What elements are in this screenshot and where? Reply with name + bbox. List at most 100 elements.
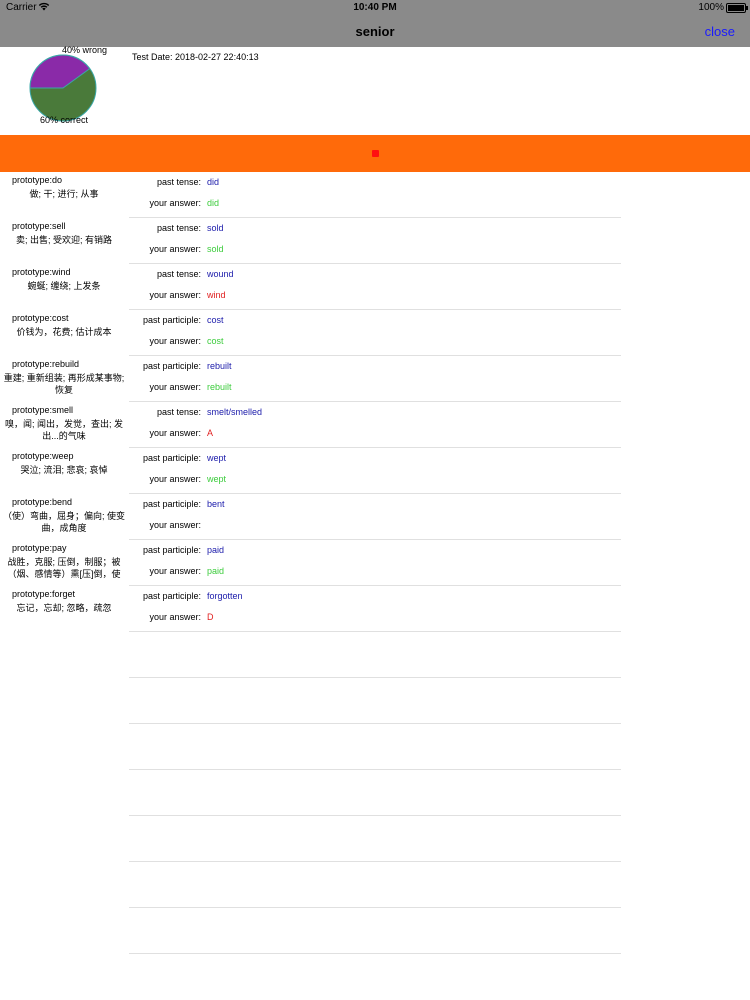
- result-row: prototype:rebuild 重建; 重新组装; 再形成某事物; 恢复 p…: [0, 356, 750, 402]
- test-date: Test Date: 2018-02-27 22:40:13: [132, 52, 259, 62]
- battery-icon: [726, 3, 748, 13]
- meaning-text: 嗅，闻; 闻出，发觉，查出; 发出...的气味: [4, 419, 123, 441]
- user-answer: cost: [207, 336, 224, 346]
- meaning-text: 忘记，忘却; 忽略，疏忽: [16, 603, 112, 613]
- expected-answer: rebuilt: [207, 361, 232, 371]
- user-answer: did: [207, 198, 220, 208]
- row-divider: [129, 217, 621, 218]
- meaning-text: 价钱为，花费; 估计成本: [16, 327, 112, 337]
- row-divider: [129, 723, 621, 724]
- form-label: past tense:: [156, 177, 201, 187]
- prototype-label: prototype:wind: [12, 267, 71, 277]
- expected-answer: bent: [207, 499, 225, 509]
- meaning-text: （使）弯曲，屈身；偏向; 使变曲，成角度: [2, 511, 125, 533]
- prototype-label: prototype:smell: [12, 405, 74, 415]
- your-answer-label: your answer:: [149, 336, 201, 346]
- expected-answer: forgotten: [207, 591, 243, 601]
- result-row: prototype:wind 蜿蜒; 缠绕; 上发条 past tense: w…: [0, 264, 750, 310]
- battery-percentage: 100%: [698, 2, 724, 13]
- row-divider: [129, 447, 621, 448]
- status-bar: Carrier 10:40 PM 100%: [0, 0, 750, 16]
- meaning-text: 重建; 重新组装; 再形成某事物; 恢复: [3, 373, 125, 395]
- row-divider: [129, 907, 621, 908]
- user-answer: sold: [207, 244, 224, 254]
- row-divider: [129, 539, 621, 540]
- your-answer-label: your answer:: [149, 428, 201, 438]
- prototype-label: prototype:weep: [12, 451, 74, 461]
- row-divider: [129, 677, 621, 678]
- prototype-label: prototype:do: [12, 175, 63, 185]
- form-label: past participle:: [142, 361, 201, 371]
- expected-answer: did: [207, 177, 220, 187]
- row-divider: [129, 263, 621, 264]
- user-answer: A: [207, 428, 214, 438]
- your-answer-label: your answer:: [149, 382, 201, 392]
- your-answer-label: your answer:: [149, 290, 201, 300]
- row-divider: [129, 401, 621, 402]
- your-answer-label: your answer:: [149, 520, 201, 530]
- result-row: prototype:weep 哭泣; 流泪; 悲哀; 哀悼 past parti…: [0, 448, 750, 494]
- meaning-text: 做; 干; 进行; 从事: [29, 189, 99, 199]
- result-row: prototype:sell 卖; 出售; 受欢迎; 有销路 past tens…: [0, 218, 750, 264]
- form-label: past participle:: [142, 591, 201, 601]
- test-summary: 40% wrong 60% correct Test Date: 2018-02…: [0, 45, 750, 135]
- expected-answer: smelt/smelled: [207, 407, 263, 417]
- record-indicator-icon: [372, 150, 379, 157]
- form-label: past tense:: [156, 269, 201, 279]
- row-divider: [129, 631, 621, 632]
- result-pie-chart: [29, 54, 97, 122]
- row-divider: [129, 953, 621, 954]
- navigation-bar: Carrier 10:40 PM 100% senior close: [0, 0, 750, 47]
- prototype-label: prototype:bend: [12, 497, 73, 507]
- result-row: prototype:bend （使）弯曲，屈身；偏向; 使变曲，成角度 past…: [0, 494, 750, 540]
- wrong-percentage-label: 40% wrong: [62, 45, 108, 55]
- your-answer-label: your answer:: [149, 244, 201, 254]
- row-divider: [129, 815, 621, 816]
- close-button[interactable]: close: [705, 24, 735, 39]
- your-answer-label: your answer:: [149, 566, 201, 576]
- meaning-text: 哭泣; 流泪; 悲哀; 哀悼: [20, 465, 108, 475]
- form-label: past participle:: [142, 315, 201, 325]
- expected-answer: sold: [207, 223, 224, 233]
- result-row: prototype:cost 价钱为，花费; 估计成本 past partici…: [0, 310, 750, 356]
- result-row: prototype:pay 战胜，克服; 压倒，制服；被（烟、感情等）熏[压]倒…: [0, 540, 750, 586]
- progress-bar: [0, 135, 750, 172]
- form-label: past participle:: [142, 545, 201, 555]
- correct-percentage-label: 60% correct: [40, 115, 89, 125]
- prototype-label: prototype:sell: [12, 221, 66, 231]
- expected-answer: wound: [207, 269, 234, 279]
- prototype-label: prototype:pay: [12, 543, 67, 553]
- form-label: past participle:: [142, 499, 201, 509]
- user-answer: wept: [207, 474, 227, 484]
- meaning-text: 战胜，克服; 压倒，制服；被（烟、感情等）熏[压]倒，使: [7, 557, 121, 579]
- result-row: prototype:smell 嗅，闻; 闻出，发觉，查出; 发出...的气味 …: [0, 402, 750, 448]
- row-divider: [129, 493, 621, 494]
- page-title: senior: [355, 24, 395, 39]
- expected-answer: cost: [207, 315, 224, 325]
- meaning-text: 蜿蜒; 缠绕; 上发条: [27, 281, 101, 291]
- row-divider: [129, 585, 621, 586]
- user-answer: D: [207, 612, 214, 622]
- result-row: prototype:do 做; 干; 进行; 从事 past tense: di…: [0, 172, 750, 218]
- your-answer-label: your answer:: [149, 612, 201, 622]
- your-answer-label: your answer:: [149, 474, 201, 484]
- row-divider: [129, 861, 621, 862]
- form-label: past participle:: [142, 453, 201, 463]
- form-label: past tense:: [156, 223, 201, 233]
- prototype-label: prototype:rebuild: [12, 359, 80, 369]
- expected-answer: paid: [207, 545, 225, 555]
- form-label: past tense:: [156, 407, 201, 417]
- row-divider: [129, 309, 621, 310]
- clock: 10:40 PM: [353, 2, 397, 13]
- row-divider: [129, 769, 621, 770]
- meaning-text: 卖; 出售; 受欢迎; 有销路: [15, 235, 112, 245]
- row-divider: [129, 355, 621, 356]
- your-answer-label: your answer:: [149, 198, 201, 208]
- prototype-label: prototype:cost: [12, 313, 69, 323]
- user-answer: wind: [207, 290, 226, 300]
- user-answer: rebuilt: [207, 382, 232, 392]
- prototype-label: prototype:forget: [12, 589, 76, 599]
- expected-answer: wept: [207, 453, 227, 463]
- result-row: prototype:forget 忘记，忘却; 忽略，疏忽 past parti…: [0, 586, 750, 632]
- user-answer: paid: [207, 566, 225, 576]
